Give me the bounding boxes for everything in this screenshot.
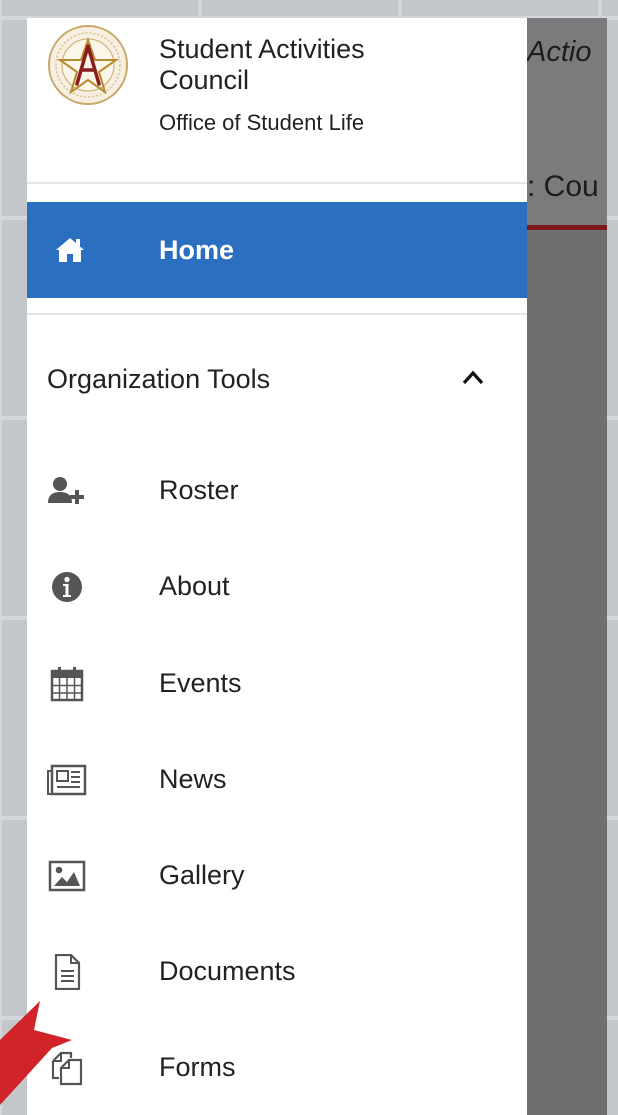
red-arrow-annotation [0,1001,72,1105]
nav-item-label: Roster [159,475,239,505]
home-icon [56,238,84,262]
section-organization-tools[interactable]: Organization Tools [27,348,527,408]
calendar-icon [50,667,84,702]
nav-item-label: Gallery [159,860,245,890]
nav-item-label: About [159,571,230,601]
document-icon [54,954,81,990]
pentagram-seal-logo [48,25,128,105]
nav-item-home[interactable]: Home [27,202,527,298]
newspaper-icon [47,764,87,796]
nav-item-label: Events [159,668,242,698]
page-header: Actio : Cou [527,18,607,230]
nav-item-forms[interactable]: Forms [27,1033,527,1103]
nav-item-label: Documents [159,956,296,986]
page-title-fragment: Actio [527,36,592,68]
navigation-drawer: Student Activities Council Office of Stu… [27,18,527,1115]
nav-item-roster[interactable]: Roster [27,456,527,526]
org-subtitle: Office of Student Life [159,110,365,135]
chevron-up-icon[interactable] [461,368,485,386]
divider [27,313,527,315]
nav-item-about[interactable]: About [27,552,527,622]
nav-item-news[interactable]: News [27,745,527,815]
nav-item-home-label: Home [159,234,235,265]
info-icon [52,572,82,602]
nav-item-gallery[interactable]: Gallery [27,841,527,911]
nav-item-documents[interactable]: Documents [27,937,527,1007]
nav-item-label: Forms [159,1052,236,1082]
section-label: Organization Tools [47,364,271,394]
org-header[interactable]: Student Activities Council Office of Stu… [27,18,527,184]
nav-item-events[interactable]: Events [27,649,527,719]
page-subtitle-fragment: : Cou [527,170,599,203]
user-add-icon [48,477,84,504]
org-name: Student Activities Council [159,34,365,95]
background-page: Actio : Cou [527,18,607,1115]
image-icon [48,860,86,892]
nav-item-label: News [159,764,227,794]
